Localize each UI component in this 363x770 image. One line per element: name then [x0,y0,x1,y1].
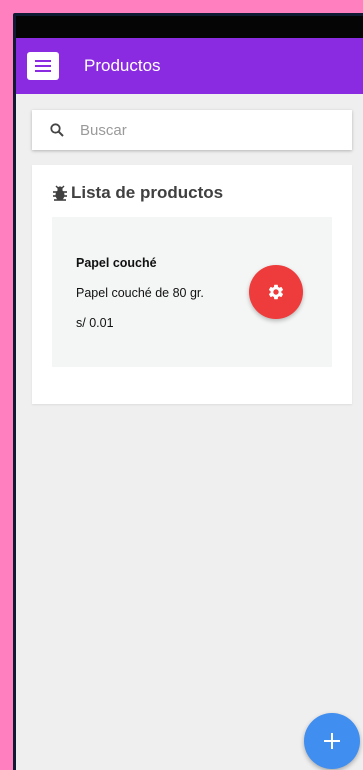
product-settings-button[interactable] [249,265,303,319]
page-title: Productos [84,56,161,75]
product-price: s/ 0.01 [76,316,114,330]
device-frame: Productos Buscar Lista de productos Pape… [13,13,363,770]
list-item: Papel couché Papel couché de 80 gr. s/ 0… [52,217,332,367]
product-list-card: Lista de productos Papel couché Papel co… [32,165,352,404]
search-icon [50,123,64,137]
search-bar[interactable] [32,110,352,150]
list-title: Lista de productos [71,183,224,202]
gear-icon [268,284,284,300]
search-input[interactable] [80,121,310,139]
product-name: Papel couché [76,256,157,270]
bug-icon [52,185,68,202]
menu-button[interactable] [27,52,59,80]
app-bar: Productos [16,38,363,94]
list-header: Lista de productos [52,183,223,203]
app-screen: Productos Buscar Lista de productos Pape… [16,16,363,770]
product-description: Papel couché de 80 gr. [76,286,204,300]
add-product-button[interactable] [304,713,360,769]
menu-icon [35,60,51,72]
status-bar [16,16,363,38]
plus-icon [324,733,340,749]
